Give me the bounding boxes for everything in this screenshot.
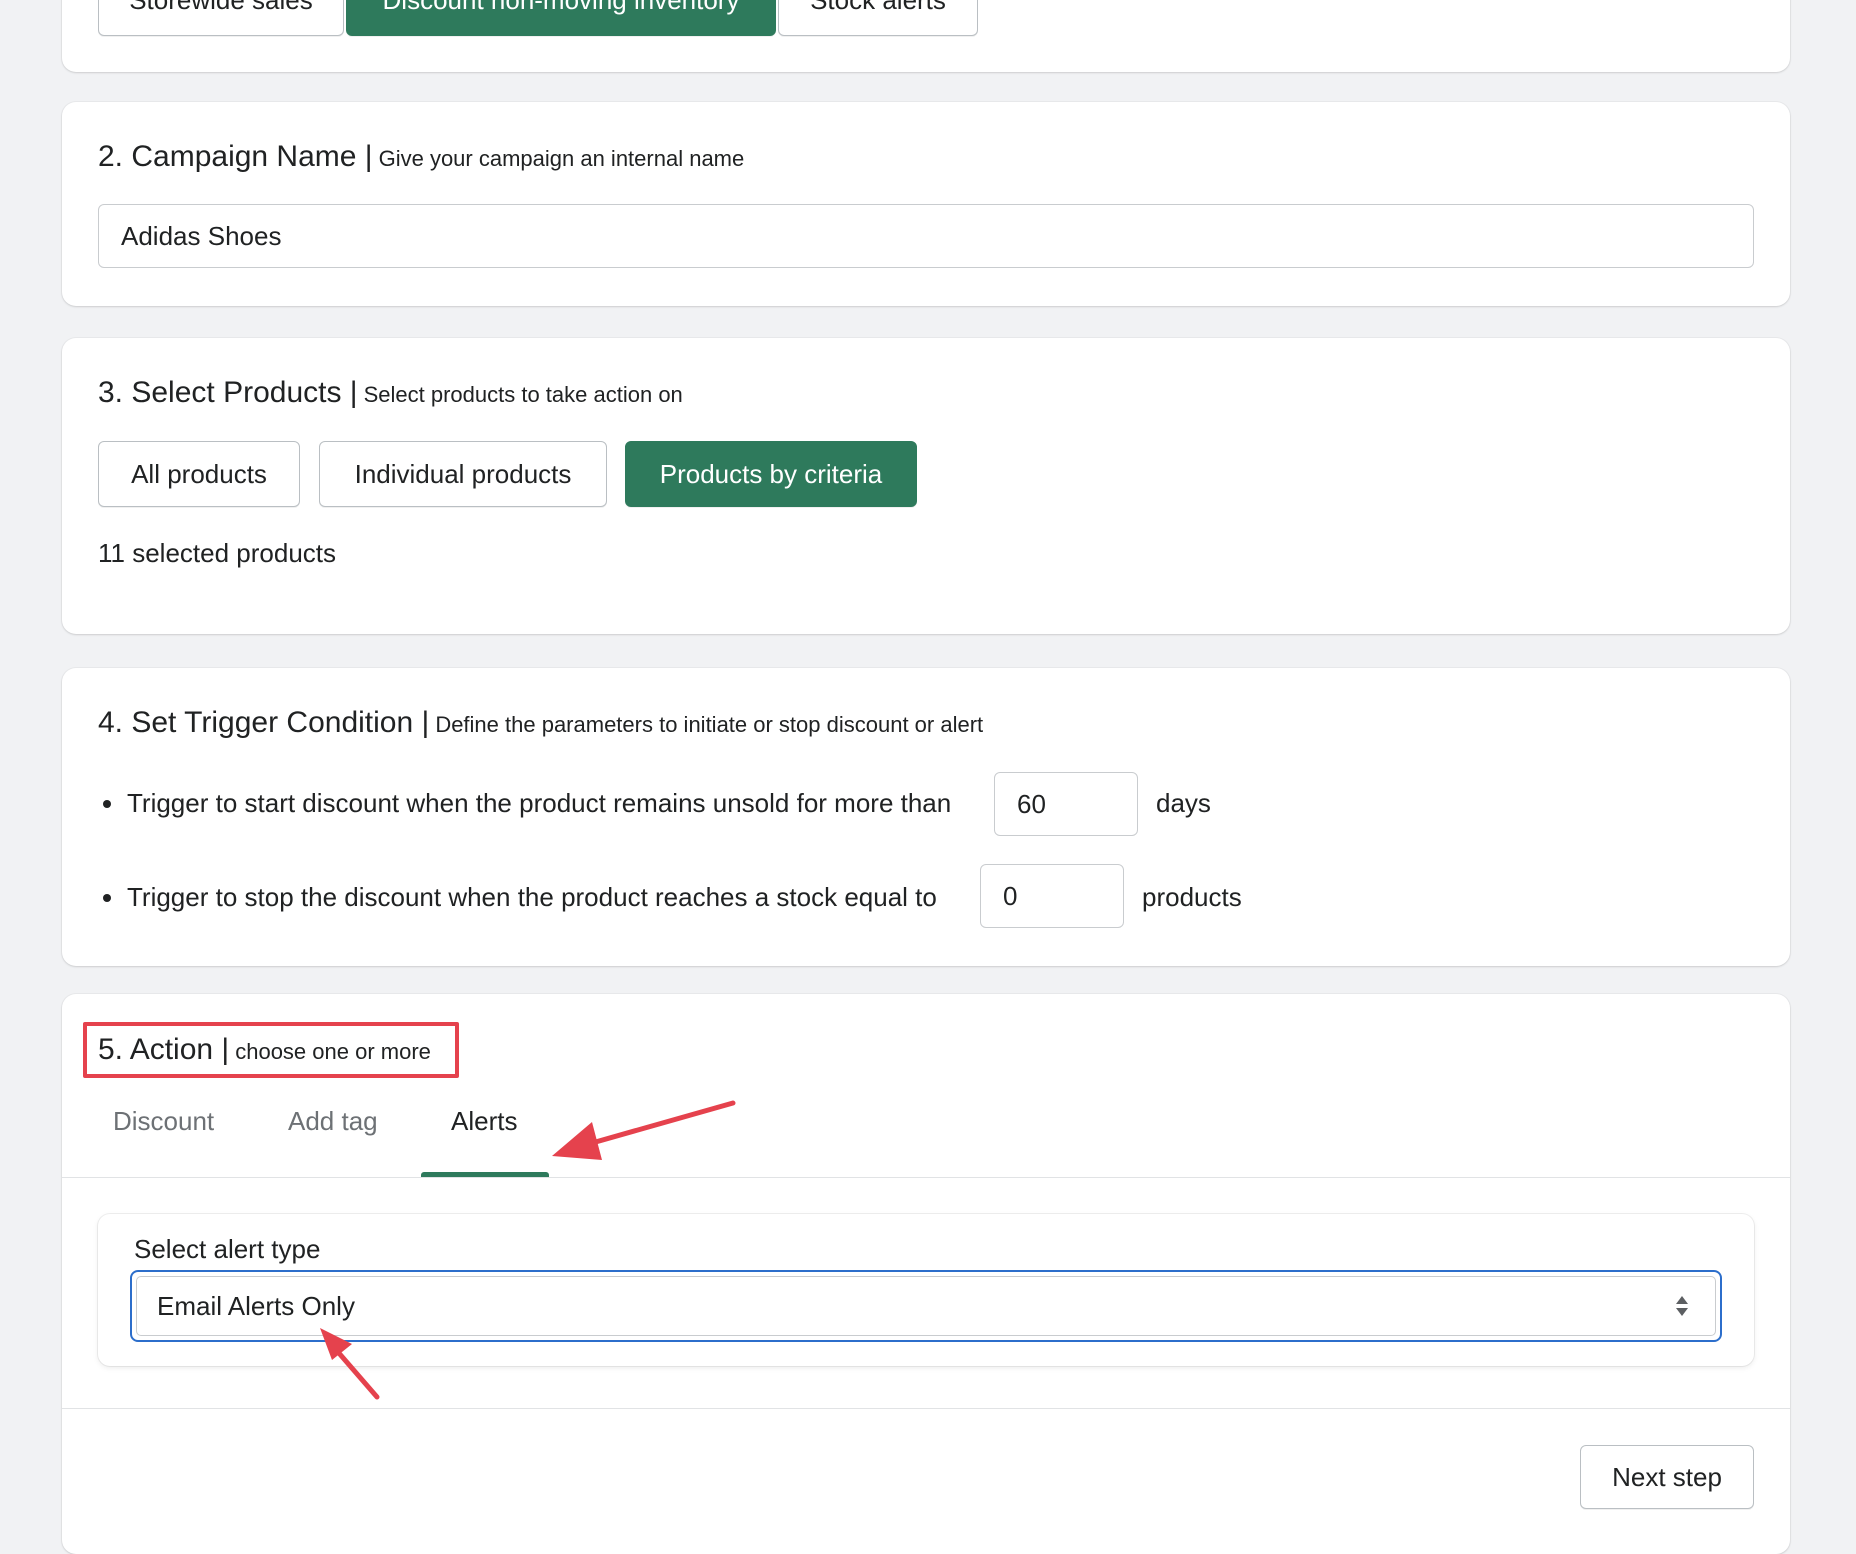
alert-type-selected-value: Email Alerts Only — [157, 1290, 355, 1321]
campaign-name-input[interactable]: Adidas Shoes — [98, 204, 1754, 268]
select-products-title: 3. Select Products | — [98, 376, 358, 409]
tabs-divider — [62, 1177, 1790, 1178]
discount-non-moving-inventory-button[interactable]: Discount non-moving inventory — [346, 0, 776, 36]
tab-alerts[interactable]: Alerts — [451, 1106, 517, 1137]
stop-trigger-label: Trigger to stop the discount when the pr… — [127, 882, 937, 912]
select-products-subtitle: Select products to take action on — [363, 382, 683, 407]
all-products-button[interactable]: All products — [98, 441, 300, 507]
start-trigger-unit: days — [1156, 788, 1211, 818]
select-updown-icon — [1676, 1296, 1688, 1316]
storewide-sales-button[interactable]: Storewide sales — [98, 0, 344, 36]
campaign-name-card: 2. Campaign Name | Give your campaign an … — [62, 102, 1790, 306]
selected-products-count: 11 selected products — [98, 538, 336, 568]
campaign-name-title: 2. Campaign Name | — [98, 140, 373, 173]
trigger-condition-title: 4. Set Trigger Condition | — [98, 706, 430, 739]
campaign-type-card: Storewide sales Discount non-moving inve… — [62, 0, 1790, 72]
campaign-name-heading: 2. Campaign Name | Give your campaign an … — [98, 140, 744, 174]
alert-type-label: Select alert type — [134, 1234, 321, 1264]
trigger-condition-subtitle: Define the parameters to initiate or sto… — [435, 712, 984, 737]
individual-products-button[interactable]: Individual products — [319, 441, 607, 507]
campaign-name-subtitle: Give your campaign an internal name — [378, 146, 745, 171]
tab-add-tag[interactable]: Add tag — [288, 1106, 378, 1137]
start-trigger-label: Trigger to start discount when the produ… — [127, 788, 952, 818]
products-by-criteria-button[interactable]: Products by criteria — [625, 441, 917, 507]
select-products-card: 3. Select Products | Select products to t… — [62, 338, 1790, 634]
trigger-condition-heading: 4. Set Trigger Condition | Define the par… — [98, 706, 983, 740]
stop-trigger-stock-input[interactable]: 0 — [980, 864, 1124, 928]
next-step-button[interactable]: Next step — [1580, 1445, 1754, 1509]
stop-trigger-bullet — [103, 894, 111, 902]
start-trigger-bullet — [103, 800, 111, 808]
alert-type-select[interactable]: Email Alerts Only — [130, 1270, 1722, 1342]
stop-trigger-unit: products — [1142, 882, 1242, 912]
alert-type-card: Select alert type Email Alerts Only — [98, 1214, 1754, 1366]
select-products-heading: 3. Select Products | Select products to t… — [98, 376, 683, 410]
trigger-condition-card: 4. Set Trigger Condition | Define the par… — [62, 668, 1790, 966]
action-heading-highlight — [83, 1022, 459, 1078]
footer-divider — [62, 1408, 1790, 1409]
start-trigger-days-input[interactable]: 60 — [994, 772, 1138, 836]
stock-alerts-button[interactable]: Stock alerts — [778, 0, 978, 36]
tab-discount[interactable]: Discount — [113, 1106, 214, 1137]
action-card: 5. Action | choose one or more Discount A… — [62, 994, 1790, 1554]
